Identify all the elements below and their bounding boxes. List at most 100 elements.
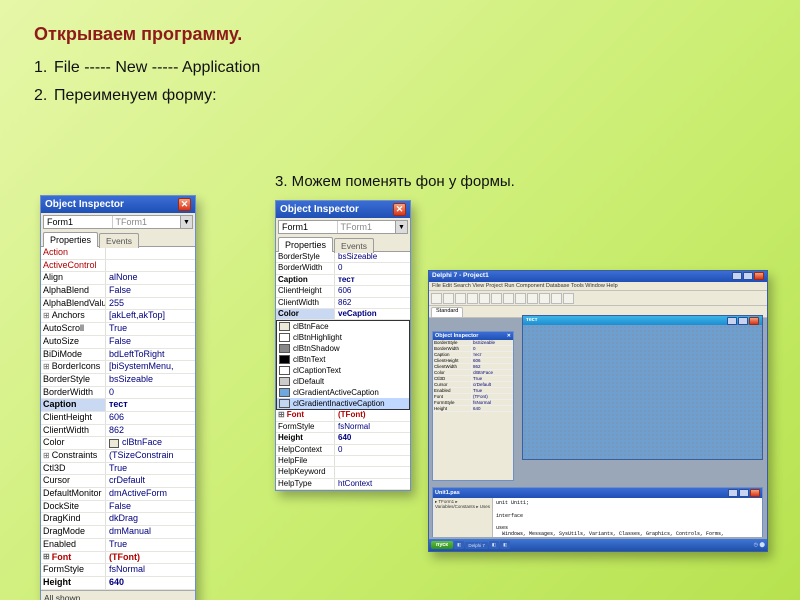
property-row[interactable]: BorderIcons[biSystemMenu, <box>41 361 195 374</box>
property-row[interactable]: FormStylefsNormal <box>41 564 195 577</box>
minimize-icon[interactable] <box>727 317 737 325</box>
property-value[interactable]: [akLeft,akTop] <box>105 310 195 322</box>
property-value[interactable]: 255 <box>105 298 195 310</box>
property-value[interactable]: bsSizeable <box>471 340 513 345</box>
property-value[interactable]: crDefault <box>471 382 513 387</box>
property-value[interactable]: alNone <box>105 272 195 284</box>
property-value[interactable]: fsNormal <box>334 422 410 432</box>
tab-events[interactable]: Events <box>334 238 374 253</box>
maximize-icon[interactable] <box>738 317 748 325</box>
property-value[interactable]: (TFont) <box>471 394 513 399</box>
property-row[interactable]: ColorclBtnFace <box>41 437 195 450</box>
property-row[interactable]: ColorveCaption <box>276 309 410 320</box>
close-icon[interactable]: ✕ <box>393 203 406 216</box>
property-value[interactable]: crDefault <box>105 475 195 487</box>
ide-toolbar[interactable] <box>429 291 767 306</box>
property-value[interactable]: (TSizeConstrain <box>105 450 195 462</box>
chevron-down-icon[interactable]: ▼ <box>395 221 407 233</box>
property-value[interactable] <box>105 260 195 272</box>
property-row[interactable]: HelpContext0 <box>276 445 410 456</box>
ide-menubar[interactable]: File Edit Search View Project Run Compon… <box>429 282 767 291</box>
property-value[interactable] <box>334 467 410 477</box>
property-value[interactable]: 640 <box>105 577 195 589</box>
property-row[interactable]: Font(TFont) <box>276 410 410 421</box>
property-value[interactable]: 640 <box>334 433 410 443</box>
property-value[interactable]: 0 <box>105 387 195 399</box>
property-row[interactable]: HelpTypehtContext <box>276 479 410 490</box>
property-value[interactable]: 0 <box>471 346 513 351</box>
property-value[interactable]: True <box>105 323 195 335</box>
property-row[interactable]: ClientWidth862 <box>41 425 195 438</box>
close-icon[interactable] <box>750 489 760 497</box>
property-value[interactable]: 606 <box>471 358 513 363</box>
property-row[interactable]: CursorcrDefault <box>41 475 195 488</box>
property-value[interactable]: 862 <box>334 298 410 308</box>
property-value[interactable]: тест <box>105 399 195 411</box>
property-value[interactable]: 0 <box>334 445 410 455</box>
property-value[interactable]: [biSystemMenu, <box>105 361 195 373</box>
property-value[interactable]: False <box>105 501 195 513</box>
property-value[interactable]: fsNormal <box>471 400 513 405</box>
property-row[interactable]: Anchors[akLeft,akTop] <box>41 310 195 323</box>
property-value[interactable]: 640 <box>471 406 513 411</box>
property-row[interactable]: HelpFile <box>276 456 410 467</box>
close-icon[interactable]: ✕ <box>178 198 191 211</box>
color-option[interactable]: clBtnHighlight <box>277 332 409 343</box>
code-editor-text[interactable]: unit Unit1; interface uses Windows, Mess… <box>493 498 762 537</box>
property-row[interactable]: DockSiteFalse <box>41 501 195 514</box>
property-row[interactable]: BorderStylebsSizeable <box>276 252 410 263</box>
code-explorer-tree[interactable]: ▸ TForm1 ▸ Variables/Constants ▸ Uses <box>433 498 493 537</box>
property-row[interactable]: ActiveControl <box>41 260 195 273</box>
property-row[interactable]: Constraints(TSizeConstrain <box>41 450 195 463</box>
windows-taskbar[interactable]: пуск ◧ Delphi 7 ◧ ◧ ◷ ⬤ <box>429 539 767 551</box>
property-row[interactable]: Height640 <box>433 406 513 412</box>
property-row[interactable]: BorderWidth0 <box>41 387 195 400</box>
close-icon[interactable] <box>754 272 764 280</box>
property-value[interactable]: (TFont) <box>334 410 410 420</box>
property-row[interactable]: BorderStylebsSizeable <box>41 374 195 387</box>
taskbar-item[interactable]: ◧ <box>500 541 510 549</box>
property-value[interactable]: True <box>471 388 513 393</box>
property-row[interactable]: FormStylefsNormal <box>276 422 410 433</box>
property-value[interactable]: bdLeftToRight <box>105 349 195 361</box>
tab-properties[interactable]: Properties <box>278 237 333 252</box>
ide-form-titlebar[interactable]: тест <box>523 316 762 325</box>
property-value[interactable]: 862 <box>105 425 195 437</box>
property-value[interactable] <box>334 456 410 466</box>
property-row[interactable]: DragKinddkDrag <box>41 513 195 526</box>
property-value[interactable]: тест <box>471 352 513 357</box>
property-row[interactable]: Ctl3DTrue <box>41 463 195 476</box>
tab-events[interactable]: Events <box>99 233 139 248</box>
color-option[interactable]: clGradientActiveCaption <box>277 387 409 398</box>
property-value[interactable]: True <box>105 463 195 475</box>
toolbar-button[interactable] <box>443 293 454 304</box>
property-row[interactable]: Height640 <box>276 433 410 444</box>
ide-insp-titlebar[interactable]: Object Inspector ✕ <box>433 332 513 340</box>
property-row[interactable]: BorderWidth0 <box>276 263 410 274</box>
property-value[interactable]: тест <box>334 275 410 285</box>
property-row[interactable]: ClientHeight606 <box>276 286 410 297</box>
oi1-titlebar[interactable]: Object Inspector ✕ <box>41 196 195 213</box>
color-option[interactable]: clCaptionText <box>277 365 409 376</box>
property-value[interactable]: bsSizeable <box>334 252 410 262</box>
property-row[interactable]: ClientWidth862 <box>276 298 410 309</box>
chevron-down-icon[interactable]: ▼ <box>180 216 192 228</box>
toolbar-button[interactable] <box>539 293 550 304</box>
property-row[interactable]: AlphaBlendValue255 <box>41 298 195 311</box>
property-row[interactable]: AlphaBlendFalse <box>41 285 195 298</box>
ide-titlebar[interactable]: Delphi 7 - Project1 <box>429 271 767 282</box>
tab-properties[interactable]: Properties <box>43 232 98 247</box>
property-row[interactable]: ClientHeight606 <box>41 412 195 425</box>
toolbar-button[interactable] <box>455 293 466 304</box>
ide-designer-form[interactable]: тест <box>522 315 763 460</box>
property-row[interactable]: BiDiModebdLeftToRight <box>41 349 195 362</box>
oi2-object-combo[interactable]: Form1 TForm1 ▼ <box>278 220 408 234</box>
maximize-icon[interactable] <box>743 272 753 280</box>
close-icon[interactable] <box>749 317 759 325</box>
property-value[interactable]: fsNormal <box>105 564 195 576</box>
property-value[interactable]: dmManual <box>105 526 195 538</box>
minimize-icon[interactable] <box>732 272 742 280</box>
color-option[interactable]: clBtnFace <box>277 321 409 332</box>
property-value[interactable]: False <box>105 285 195 297</box>
property-value[interactable]: False <box>105 336 195 348</box>
